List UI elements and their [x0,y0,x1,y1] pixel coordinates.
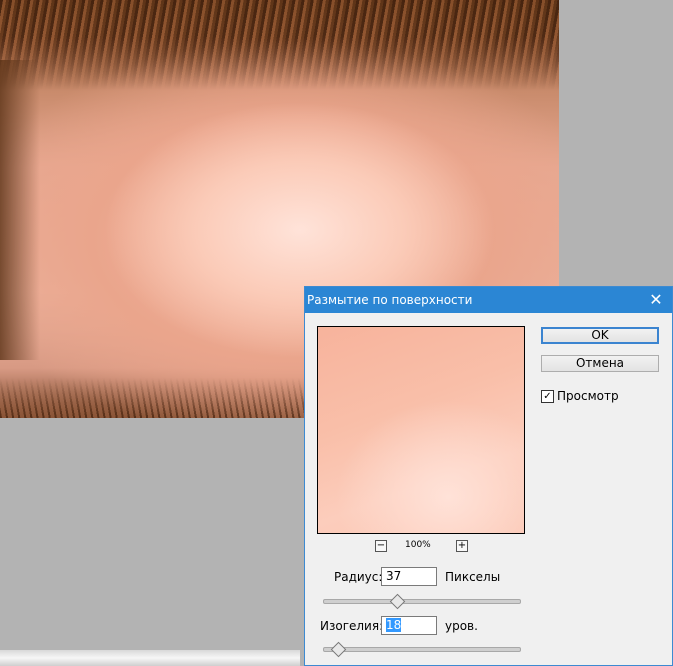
dialog-title: Размытие по поверхности [307,293,473,307]
threshold-slider-thumb[interactable] [330,641,346,658]
hair-region-left [0,60,40,360]
ok-button[interactable]: OK [541,327,659,344]
threshold-input[interactable]: 18 [381,616,437,635]
preview-pane[interactable] [317,326,525,534]
preview-checkbox[interactable]: ✓ Просмотр [541,389,619,403]
threshold-value: 18 [386,618,402,632]
radius-slider[interactable] [323,593,521,610]
radius-unit: Пикселы [445,570,501,584]
threshold-unit: уров. [445,619,478,633]
radius-slider-thumb[interactable] [389,593,405,610]
threshold-label: Изогелия: [320,619,384,633]
dialog-titlebar[interactable]: Размытие по поверхности ✕ [305,287,672,313]
zoom-controls: − 100% + [317,540,525,554]
close-icon[interactable]: ✕ [646,290,666,310]
radius-label: Радиус: [334,570,383,584]
zoom-in-button[interactable]: + [456,540,468,552]
horizontal-scrollbar[interactable] [0,650,300,666]
preview-checkbox-label: Просмотр [557,389,619,403]
checkmark-icon[interactable]: ✓ [541,389,554,403]
surface-blur-dialog: Размытие по поверхности ✕ − 100% + OK От… [304,286,673,666]
cancel-button[interactable]: Отмена [541,355,659,372]
radius-value: 37 [386,569,402,583]
zoom-out-button[interactable]: − [375,540,387,552]
hair-region-top [0,0,559,90]
threshold-slider[interactable] [323,641,521,658]
radius-input[interactable]: 37 [381,567,437,586]
zoom-level: 100% [405,540,431,550]
